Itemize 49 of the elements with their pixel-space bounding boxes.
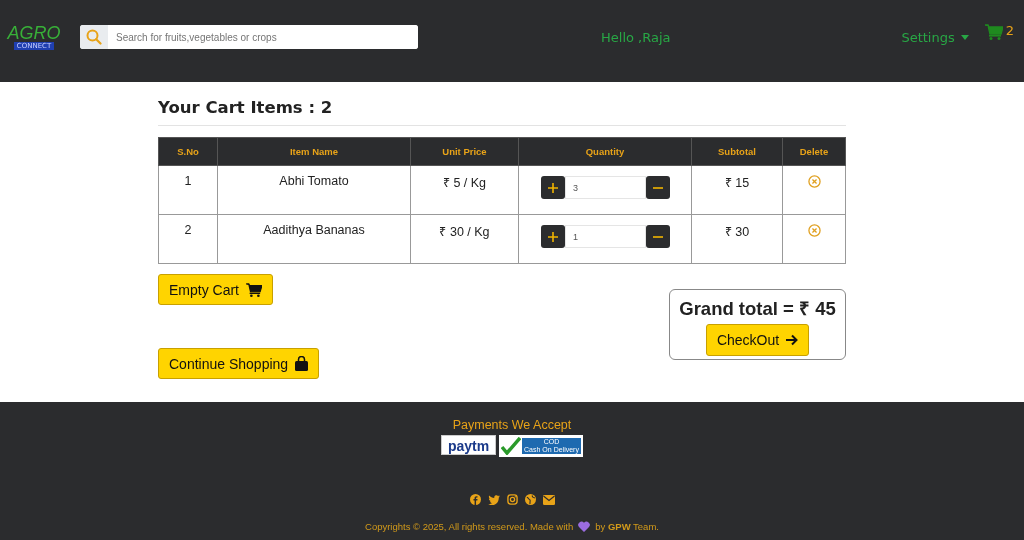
settings-dropdown[interactable]: Settings — [901, 29, 969, 45]
greeting-text: Hello ,Raja — [601, 29, 671, 45]
plus-icon — [548, 182, 558, 193]
arrow-right-icon — [786, 334, 799, 346]
cart-link[interactable]: 2 — [984, 24, 1014, 40]
column-header: S.No — [158, 137, 218, 166]
search-icon — [86, 29, 102, 45]
instagram-icon[interactable] — [506, 494, 518, 505]
paytm-logo: paytm — [441, 435, 497, 455]
cart-icon — [984, 24, 1003, 40]
table-cell: ₹ 30 — [691, 214, 783, 264]
globe-icon[interactable] — [524, 494, 536, 505]
table-cell: Abhi Tomato — [217, 165, 411, 215]
search-field[interactable]: Search for fruits,vegetables or crops — [80, 25, 418, 49]
table-cell: ₹ 5 / Kg — [410, 165, 519, 215]
twitter-icon[interactable] — [487, 494, 500, 505]
cart-count: 2 — [1005, 24, 1014, 37]
table-cell: ₹ 15 — [691, 165, 783, 215]
grand-total: Grand total = ₹ 45 — [679, 297, 836, 320]
email-icon[interactable] — [542, 494, 555, 505]
plus-icon — [548, 231, 558, 242]
quantity-field[interactable]: 3 — [565, 176, 646, 199]
table-cell: ₹ 30 / Kg — [410, 214, 519, 264]
facebook-icon[interactable] — [469, 494, 481, 505]
decrease-button[interactable] — [646, 176, 670, 199]
column-header: Subtotal — [691, 137, 783, 166]
quantity-field[interactable]: 1 — [565, 225, 646, 248]
checkout-button[interactable]: CheckOut — [705, 324, 810, 356]
cart-icon — [246, 282, 262, 297]
column-header: Item Name — [217, 137, 411, 166]
copyright-text: Copyrights © 2025, All rights reserved. Made with — [365, 521, 574, 532]
cart-heading: Your Cart Items : 2 — [158, 98, 846, 126]
decrease-button[interactable] — [646, 225, 670, 248]
checkmark-icon — [501, 437, 522, 455]
increase-button[interactable] — [541, 225, 565, 248]
increase-button[interactable] — [541, 176, 565, 199]
heart-icon — [578, 521, 591, 532]
column-header: Delete — [782, 137, 846, 166]
table-cell: 2 — [158, 214, 218, 264]
column-header: Quantity — [518, 137, 692, 166]
table-cell: Aadithya Bananas — [217, 214, 411, 264]
column-header: Unit Price — [410, 137, 519, 166]
empty-cart-button[interactable]: Empty Cart — [158, 274, 273, 305]
logo-title: AGRO — [7, 24, 61, 42]
continue-shopping-button[interactable]: Continue Shopping — [158, 348, 320, 379]
credit-text: by GPW Team. — [595, 521, 659, 532]
table-cell: 1 — [158, 165, 218, 215]
payments-title: Payments We Accept — [452, 418, 572, 432]
caret-icon — [960, 34, 969, 40]
